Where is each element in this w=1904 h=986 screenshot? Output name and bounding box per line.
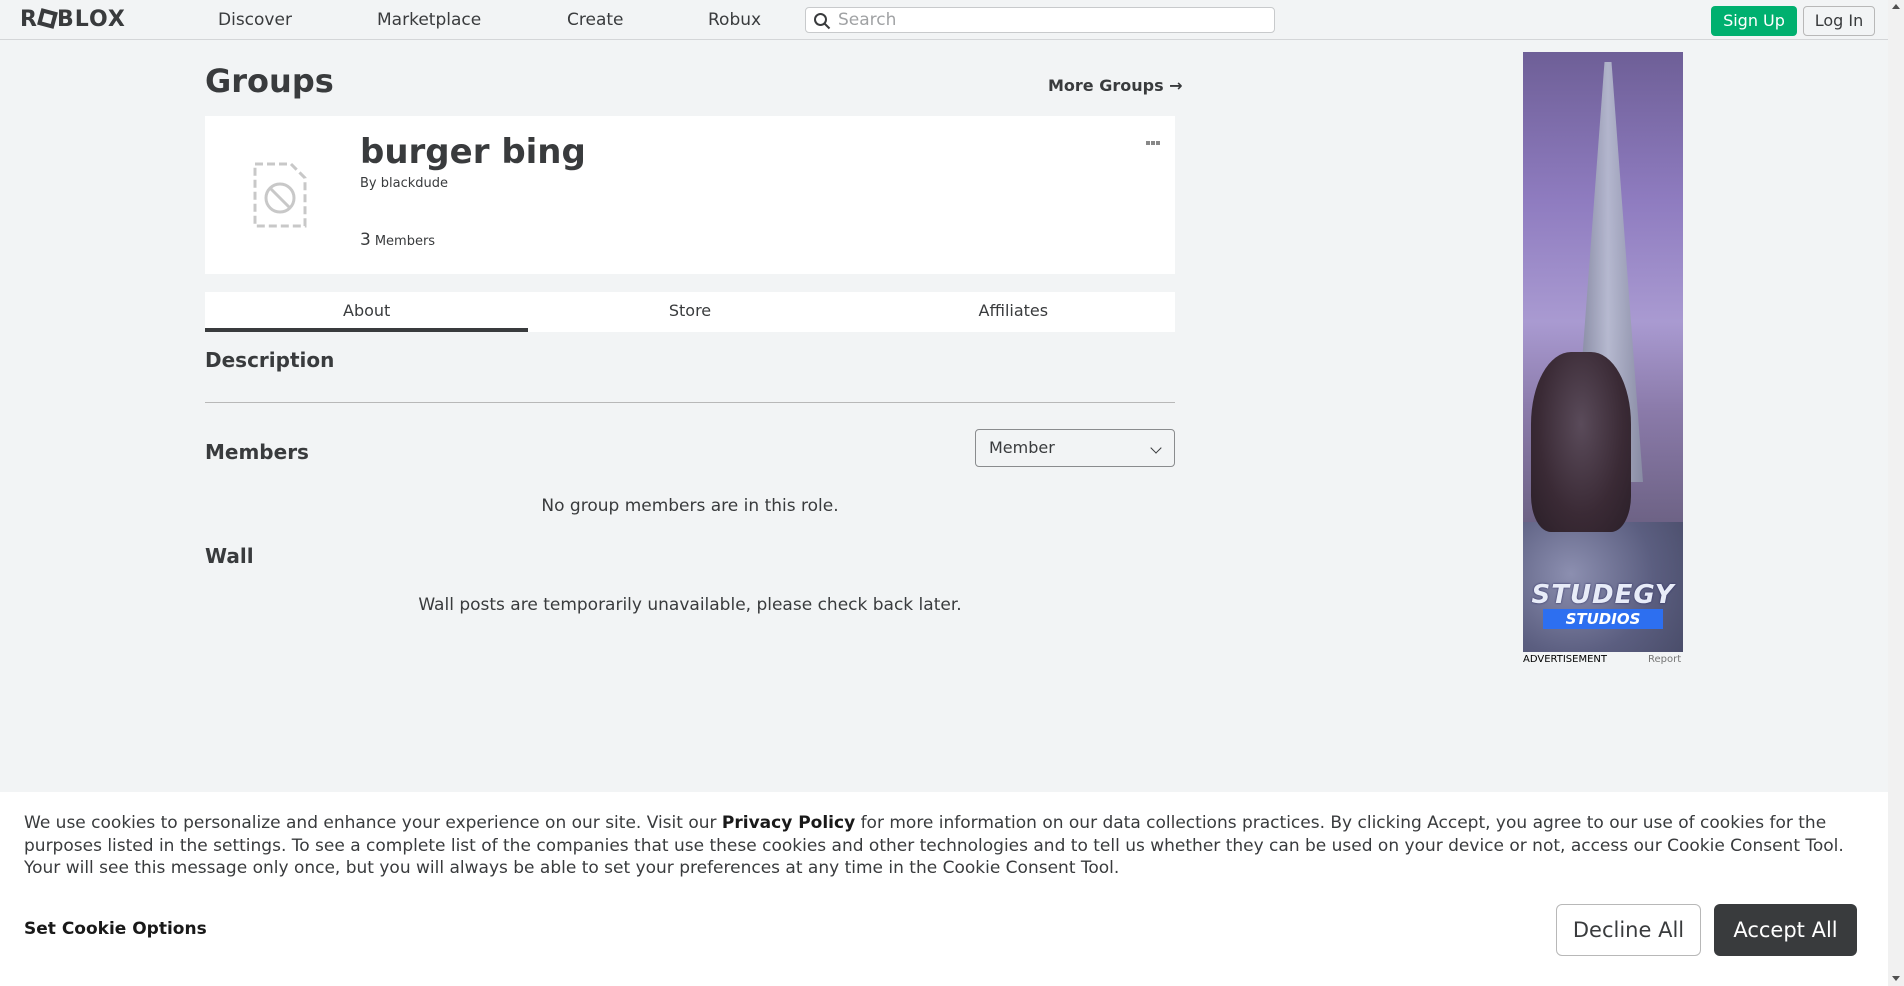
- login-button[interactable]: Log In: [1803, 6, 1875, 36]
- group-name: burger bing: [360, 132, 586, 172]
- ad-brand-sub: STUDIOS: [1543, 609, 1663, 629]
- search-box: [805, 7, 1275, 33]
- description-title: Description: [205, 348, 335, 372]
- chevron-down-icon: [1150, 442, 1162, 454]
- scroll-down-icon[interactable]: [1892, 976, 1900, 981]
- privacy-policy-link[interactable]: Privacy Policy: [722, 813, 855, 833]
- search-input[interactable]: [838, 10, 1258, 30]
- top-nav: R BLOX Discover Marketplace Create Robux …: [0, 0, 1904, 40]
- logo-mark-icon: [37, 8, 58, 29]
- group-header-card: burger bing By blackdude 3 Members: [205, 116, 1175, 274]
- members-title: Members: [205, 440, 309, 464]
- ad-brand: STUDEGY: [1531, 580, 1675, 610]
- ad-report-link[interactable]: Report: [1648, 654, 1681, 665]
- group-owner-link[interactable]: blackdude: [381, 176, 448, 191]
- member-count-label: Members: [374, 234, 436, 249]
- role-select-value: Member: [989, 438, 1055, 457]
- group-owner-prefix: By: [360, 176, 377, 191]
- role-select[interactable]: Member: [975, 429, 1175, 467]
- search-icon[interactable]: [813, 12, 831, 30]
- tab-affiliates[interactable]: Affiliates: [852, 292, 1175, 332]
- ad-label: ADVERTISEMENT: [1523, 654, 1608, 665]
- wall-title: Wall: [205, 544, 254, 568]
- cookie-banner: We use cookies to personalize and enhanc…: [0, 792, 1888, 986]
- wall-message: Wall posts are temporarily unavailable, …: [418, 595, 962, 615]
- more-options-icon[interactable]: [1146, 130, 1166, 145]
- signup-button[interactable]: Sign Up: [1711, 6, 1797, 36]
- group-placeholder-icon: [253, 162, 307, 228]
- page-title: Groups: [205, 62, 334, 100]
- group-tabs: About Store Affiliates: [205, 292, 1175, 332]
- nav-discover[interactable]: Discover: [218, 0, 292, 40]
- nav-robux[interactable]: Robux: [708, 0, 761, 40]
- set-cookie-options-link[interactable]: Set Cookie Options: [24, 919, 207, 939]
- cookie-text: We use cookies to personalize and enhanc…: [24, 812, 1864, 880]
- members-empty-message: No group members are in this role.: [541, 496, 839, 516]
- page-scrollbar[interactable]: [1888, 0, 1904, 986]
- member-count: 3 Members: [360, 230, 435, 250]
- nav-create[interactable]: Create: [567, 0, 624, 40]
- nav-marketplace[interactable]: Marketplace: [377, 0, 481, 40]
- ad-character-graphic: [1531, 352, 1631, 532]
- tab-about[interactable]: About: [205, 292, 529, 332]
- member-count-value: 3: [360, 230, 371, 250]
- scroll-up-icon[interactable]: [1892, 4, 1900, 9]
- tab-store[interactable]: Store: [528, 292, 851, 332]
- decline-all-button[interactable]: Decline All: [1556, 904, 1701, 956]
- section-divider: [205, 402, 1175, 403]
- group-owner: By blackdude: [360, 176, 448, 191]
- accept-all-button[interactable]: Accept All: [1714, 904, 1857, 956]
- cookie-text-before: We use cookies to personalize and enhanc…: [24, 813, 722, 833]
- more-groups-link[interactable]: More Groups →: [1048, 76, 1183, 95]
- roblox-logo[interactable]: R BLOX: [20, 8, 126, 32]
- advertisement-banner[interactable]: STUDEGY STUDIOS: [1523, 52, 1683, 652]
